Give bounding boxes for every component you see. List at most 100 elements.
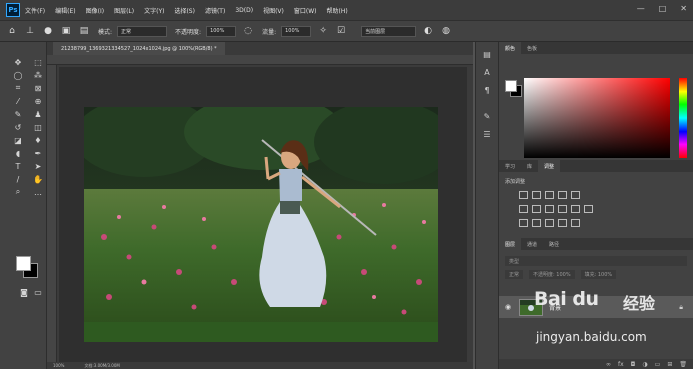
tab-libraries[interactable]: 库 — [521, 160, 538, 172]
brush-preset-icon[interactable]: ● — [42, 25, 54, 37]
history-panel-icon[interactable]: ▤ — [480, 48, 494, 60]
stamp-tool-icon[interactable]: ⊥ — [24, 25, 36, 37]
color-balance-icon[interactable] — [532, 205, 541, 213]
menu-file[interactable]: 文件(F) — [25, 6, 45, 15]
dodge-tool-icon[interactable]: ◖ — [10, 147, 26, 159]
color-picker-field[interactable] — [524, 78, 670, 158]
hand-tool-icon[interactable]: ✋ — [30, 173, 46, 185]
photo-filter-icon[interactable] — [558, 205, 567, 213]
link-layers-icon[interactable]: ∞ — [606, 361, 611, 368]
close-button[interactable]: ✕ — [680, 4, 687, 13]
path-select-tool-icon[interactable]: ➤ — [30, 160, 46, 172]
menu-window[interactable]: 窗口(W) — [294, 6, 317, 15]
layer-fill-field[interactable]: 填充: 100% — [580, 270, 617, 279]
color-lookup-icon[interactable] — [584, 205, 593, 213]
paragraph-panel-icon[interactable]: ¶ — [480, 84, 494, 96]
minimize-button[interactable]: — — [637, 4, 645, 13]
blur-tool-icon[interactable]: ♦ — [30, 134, 46, 146]
ignore-adjustment-icon[interactable]: ◐ — [422, 25, 434, 37]
zoom-tool-icon[interactable]: ⌕ — [10, 186, 26, 198]
clone-source-icon[interactable]: ▤ — [78, 25, 90, 37]
pasteboard[interactable] — [59, 67, 467, 363]
maximize-button[interactable]: □ — [659, 4, 667, 13]
menu-filter[interactable]: 滤镜(T) — [205, 6, 225, 15]
menu-3d[interactable]: 3D(D) — [235, 7, 253, 14]
tab-paths[interactable]: 路径 — [543, 238, 565, 250]
line-tool-icon[interactable]: / — [10, 173, 26, 185]
new-adjustment-icon[interactable]: ◑ — [642, 361, 647, 368]
sample-select[interactable]: 当前图层 — [361, 25, 417, 37]
crop-tool-icon[interactable]: ⌗ — [10, 82, 26, 94]
brush-tool-icon[interactable]: ✎ — [10, 108, 26, 120]
lasso-tool-icon[interactable]: ◯ — [10, 69, 26, 81]
gradient-tool-icon[interactable]: ◪ — [10, 134, 26, 146]
type-tool-icon[interactable]: T — [10, 160, 26, 172]
canvas-photo[interactable] — [84, 107, 438, 342]
menu-type[interactable]: 文字(Y) — [144, 6, 164, 15]
tab-channels[interactable]: 通道 — [521, 238, 543, 250]
gradient-map-icon[interactable] — [558, 219, 567, 227]
layer-style-icon[interactable]: fx — [618, 361, 624, 368]
pressure-size-icon[interactable]: ◍ — [440, 25, 452, 37]
aligned-checkbox[interactable]: ☑ — [335, 25, 347, 37]
eye-icon[interactable]: ◉ — [505, 303, 511, 311]
panel-foreground-swatch[interactable] — [505, 80, 517, 92]
tab-color[interactable]: 颜色 — [499, 42, 522, 54]
levels-icon[interactable] — [532, 191, 541, 199]
hue-slider[interactable] — [679, 78, 687, 158]
hue-saturation-icon[interactable] — [519, 205, 528, 213]
black-white-icon[interactable] — [545, 205, 554, 213]
brightness-icon[interactable] — [519, 191, 528, 199]
marquee-tool-icon[interactable]: ⬚ — [30, 56, 46, 68]
opacity-field[interactable]: 100% — [206, 25, 237, 37]
eyedropper-tool-icon[interactable]: ⁄ — [10, 95, 26, 107]
screen-mode-icon[interactable]: ▭ — [30, 286, 46, 298]
clone-stamp-tool-icon[interactable]: ♟ — [30, 108, 46, 120]
threshold-icon[interactable] — [545, 219, 554, 227]
flow-field[interactable]: 100% — [281, 25, 312, 37]
brush-settings-icon[interactable]: ✎ — [480, 110, 494, 122]
move-tool-icon[interactable]: ✥ — [10, 56, 26, 68]
eraser-tool-icon[interactable]: ◫ — [30, 121, 46, 133]
channel-mixer-icon[interactable] — [571, 205, 580, 213]
layer-opacity-field[interactable]: 不透明度: 100% — [529, 270, 575, 279]
character-panel-icon[interactable]: A — [480, 66, 494, 78]
selective-color-icon[interactable] — [571, 219, 580, 227]
canvas-area[interactable] — [47, 55, 473, 365]
invert-icon[interactable] — [519, 219, 528, 227]
curves-icon[interactable] — [545, 191, 554, 199]
quick-select-tool-icon[interactable]: ⁂ — [30, 69, 46, 81]
brush-panel-icon[interactable]: ▣ — [60, 25, 72, 37]
vibrance-icon[interactable] — [571, 191, 580, 199]
blend-mode-select[interactable]: 正常 — [117, 25, 168, 37]
exposure-icon[interactable] — [558, 191, 567, 199]
pressure-opacity-icon[interactable]: ◌ — [242, 25, 254, 37]
menu-view[interactable]: 视图(V) — [263, 6, 284, 15]
delete-layer-icon[interactable]: 🗑︎ — [679, 361, 687, 368]
menu-edit[interactable]: 编辑(E) — [55, 6, 75, 15]
airbrush-icon[interactable]: ✧ — [317, 25, 329, 37]
tab-learn[interactable]: 学习 — [499, 160, 521, 172]
frame-tool-icon[interactable]: ⊠ — [30, 82, 46, 94]
foreground-color-swatch[interactable] — [16, 256, 31, 271]
posterize-icon[interactable] — [532, 219, 541, 227]
color-swatches[interactable] — [16, 256, 42, 280]
pen-tool-icon[interactable]: ✒ — [30, 147, 46, 159]
properties-panel-icon[interactable]: ☰ — [480, 128, 494, 140]
add-mask-icon[interactable]: ◘ — [631, 361, 636, 368]
new-group-icon[interactable]: ▭ — [655, 361, 661, 368]
document-tab[interactable]: 21238799_1369321334527_1024x1024.jpg @ 1… — [53, 42, 225, 55]
layer-filter[interactable]: 类型 — [505, 256, 687, 266]
new-layer-icon[interactable]: ⊞ — [667, 361, 672, 368]
menu-help[interactable]: 帮助(H) — [327, 6, 348, 15]
home-icon[interactable]: ⌂ — [6, 25, 18, 37]
history-brush-tool-icon[interactable]: ↺ — [10, 121, 26, 133]
tab-swatches[interactable]: 色板 — [521, 42, 543, 54]
tab-layers[interactable]: 图层 — [499, 238, 522, 250]
healing-tool-icon[interactable]: ⊕ — [30, 95, 46, 107]
menu-select[interactable]: 选择(S) — [174, 6, 195, 15]
menu-image[interactable]: 图像(I) — [86, 6, 104, 15]
layer-blend-select[interactable]: 正常 — [505, 270, 524, 279]
tab-adjustments[interactable]: 调整 — [538, 160, 561, 172]
zoom-level[interactable]: 100% — [53, 363, 64, 368]
